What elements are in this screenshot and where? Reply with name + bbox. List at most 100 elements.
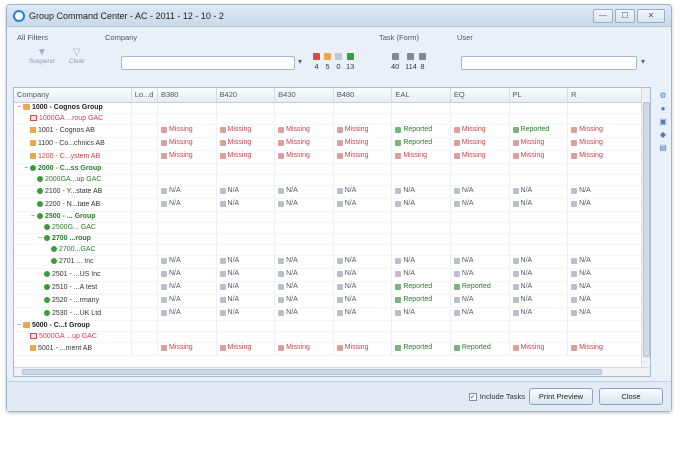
table-row[interactable]: −5000 - C...t Group xyxy=(14,320,650,332)
status-cell[interactable]: N/A xyxy=(567,307,650,321)
status-cell[interactable] xyxy=(450,233,510,245)
status-cell[interactable] xyxy=(216,113,276,125)
status-cell[interactable]: N/A xyxy=(216,198,276,212)
status-cell[interactable] xyxy=(274,102,334,114)
table-row[interactable]: 2501 - ...US Inc N/A N/A N/A N/A N/A N/A N/A N/A xyxy=(14,268,650,282)
status-cell[interactable] xyxy=(274,331,334,343)
company-cell[interactable]: 2200 - N...tate AB xyxy=(14,198,132,212)
company-cell[interactable]: 2100 - Y...state AB xyxy=(14,185,132,199)
status-cell[interactable]: N/A xyxy=(157,198,217,212)
status-cell[interactable] xyxy=(509,174,569,186)
table-row[interactable]: −1000 - Cognos Group xyxy=(14,102,650,114)
company-cell[interactable]: −2700 ...roup xyxy=(14,233,132,245)
status-cell[interactable] xyxy=(450,174,510,186)
table-row[interactable]: 2700...GAC xyxy=(14,244,650,256)
status-cell[interactable]: N/A xyxy=(333,198,393,212)
table-row[interactable]: 2000GA...up GAC xyxy=(14,174,650,186)
column-header[interactable]: B480 xyxy=(333,88,393,103)
status-cell[interactable] xyxy=(274,320,334,332)
status-cell[interactable] xyxy=(157,222,217,234)
status-cell[interactable] xyxy=(509,331,569,343)
status-cell[interactable]: Missing xyxy=(333,342,393,356)
status-cell[interactable]: Missing xyxy=(274,150,334,164)
table-row[interactable]: 1000GA ...roup GAC xyxy=(14,113,650,125)
status-cell[interactable] xyxy=(216,320,276,332)
status-cell[interactable] xyxy=(333,211,393,223)
status-cell[interactable] xyxy=(391,113,451,125)
status-cell[interactable]: N/A xyxy=(333,268,393,282)
status-cell[interactable] xyxy=(450,102,510,114)
company-cell[interactable]: 5000GA ...up GAC xyxy=(14,331,132,343)
company-cell[interactable]: 2501 - ...US Inc xyxy=(14,268,132,282)
status-cell[interactable] xyxy=(274,233,334,245)
status-cell[interactable] xyxy=(391,163,451,175)
status-cell[interactable] xyxy=(157,331,217,343)
status-cell[interactable] xyxy=(450,211,510,223)
status-cell[interactable]: Missing xyxy=(509,342,569,356)
status-cell[interactable]: N/A xyxy=(567,185,650,199)
status-cell[interactable] xyxy=(274,113,334,125)
status-cell[interactable]: Missing xyxy=(157,137,217,151)
company-cell[interactable]: 2000GA...up GAC xyxy=(14,174,132,186)
status-cell[interactable] xyxy=(509,222,569,234)
status-cell[interactable] xyxy=(216,102,276,114)
company-cell[interactable]: −2000 - C...ss Group xyxy=(14,163,132,175)
table-row[interactable]: 2701 ... Inc N/A N/A N/A N/A N/A N/A N/A N/A xyxy=(14,255,650,269)
status-cell[interactable] xyxy=(391,331,451,343)
status-cell[interactable] xyxy=(391,211,451,223)
status-cell[interactable]: N/A xyxy=(509,281,569,295)
status-cell[interactable]: Reported xyxy=(509,124,569,138)
status-cell[interactable] xyxy=(157,211,217,223)
status-cell[interactable]: N/A xyxy=(450,255,510,269)
status-cell[interactable] xyxy=(333,233,393,245)
status-cell[interactable]: N/A xyxy=(274,281,334,295)
company-cell[interactable]: 2500G... GAC xyxy=(14,222,132,234)
table-row[interactable]: −2700 ...roup xyxy=(14,233,650,245)
save-icon[interactable]: ▣ xyxy=(657,117,669,126)
status-cell[interactable] xyxy=(567,244,650,256)
status-cell[interactable] xyxy=(450,222,510,234)
status-cell[interactable] xyxy=(567,113,650,125)
status-cell[interactable] xyxy=(567,102,650,114)
status-cell[interactable] xyxy=(567,174,650,186)
status-cell[interactable]: N/A xyxy=(509,268,569,282)
status-cell[interactable] xyxy=(157,102,217,114)
status-cell[interactable] xyxy=(509,211,569,223)
column-header[interactable]: B430 xyxy=(274,88,334,103)
status-cell[interactable] xyxy=(216,211,276,223)
status-cell[interactable] xyxy=(274,222,334,234)
status-cell[interactable]: N/A xyxy=(450,268,510,282)
company-cell[interactable]: −5000 - C...t Group xyxy=(14,320,132,332)
table-row[interactable]: 2520 - ...rmany N/A N/A N/A N/A Reported N/A N/… xyxy=(14,294,650,308)
status-cell[interactable] xyxy=(391,222,451,234)
status-cell[interactable] xyxy=(216,163,276,175)
table-row[interactable]: 1100 - Co...chnics AB Missing Missing Missi… xyxy=(14,137,650,151)
status-cell[interactable]: Missing xyxy=(157,124,217,138)
status-cell[interactable] xyxy=(567,331,650,343)
table-row[interactable]: 2100 - Y...state AB N/A N/A N/A N/A N/A N/A N/A… xyxy=(14,185,650,199)
status-cell[interactable] xyxy=(157,174,217,186)
status-cell[interactable] xyxy=(450,163,510,175)
status-cell[interactable] xyxy=(567,211,650,223)
status-cell[interactable]: Missing xyxy=(509,137,569,151)
column-header[interactable]: R xyxy=(567,88,650,103)
status-cell[interactable] xyxy=(157,163,217,175)
task-status-count-0[interactable]: 40 xyxy=(391,53,399,71)
status-cell[interactable]: Missing xyxy=(333,150,393,164)
horizontal-scroll-thumb[interactable] xyxy=(22,369,602,375)
company-cell[interactable]: 2700...GAC xyxy=(14,244,132,256)
company-cell[interactable]: −2500 - ... Group xyxy=(14,211,132,223)
company-cell[interactable]: 1200 - C...ystem AB xyxy=(14,150,132,164)
status-cell[interactable]: Reported xyxy=(391,281,451,295)
status-cell[interactable]: N/A xyxy=(216,255,276,269)
user-dropdown-icon[interactable]: ▾ xyxy=(641,57,645,66)
status-cell[interactable]: N/A xyxy=(567,281,650,295)
status-cell[interactable] xyxy=(391,174,451,186)
status-cell[interactable]: N/A xyxy=(216,294,276,308)
status-cell[interactable]: N/A xyxy=(391,307,451,321)
company-cell[interactable]: 2701 ... Inc xyxy=(14,255,132,269)
status-cell[interactable] xyxy=(509,233,569,245)
status-cell[interactable]: N/A xyxy=(157,307,217,321)
export-icon[interactable]: ▤ xyxy=(657,143,669,152)
status-cell[interactable]: N/A xyxy=(333,255,393,269)
